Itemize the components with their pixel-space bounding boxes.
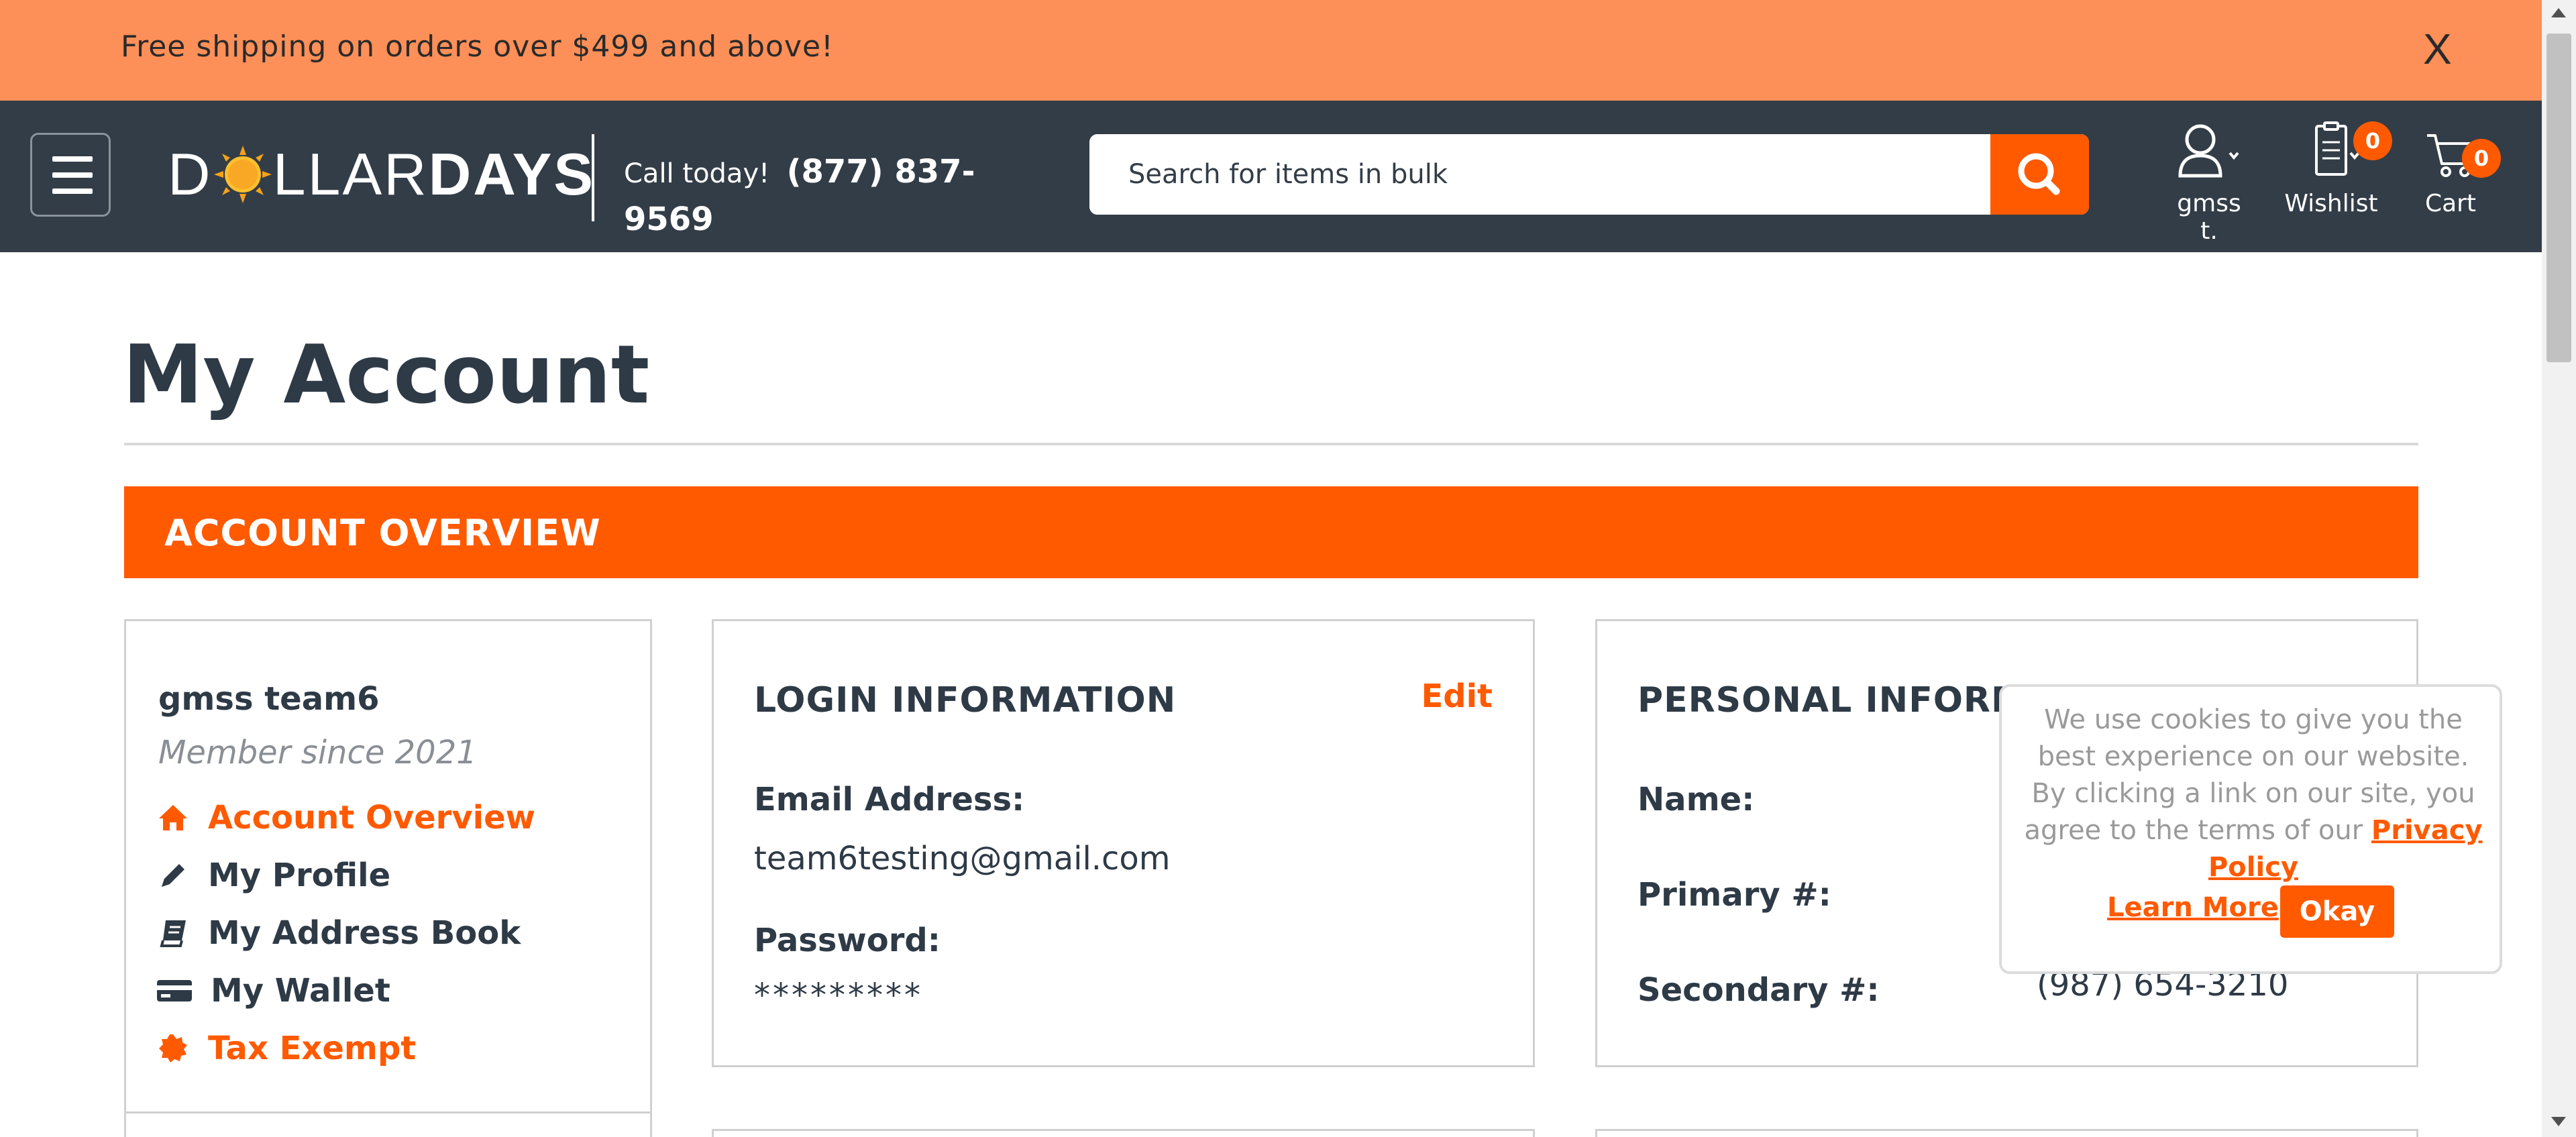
scroll-down-arrow-icon[interactable] <box>2551 1117 2566 1126</box>
account-label: gmss t. <box>2177 190 2241 245</box>
call-label: Call today! <box>624 158 770 189</box>
logo-divider <box>592 134 594 221</box>
sidebar-item-my-profile[interactable]: My Profile <box>157 857 390 894</box>
primary-phone-label: Primary #: <box>1638 876 1831 914</box>
wishlist-count-badge: 0 <box>2353 121 2392 160</box>
sidebar-item-address-book[interactable]: My Address Book <box>157 914 521 952</box>
promo-bar: Free shipping on orders over $499 and ab… <box>0 0 2542 101</box>
sidebar-item-label: My Wallet <box>211 972 390 1010</box>
cart-button[interactable]: Cart 0 <box>2414 121 2501 217</box>
search-input[interactable] <box>1089 134 1990 215</box>
search-button[interactable] <box>1990 134 2089 215</box>
sidebar-item-label: Tax Exempt <box>208 1030 417 1067</box>
email-value: team6testing@gmail.com <box>754 840 1171 877</box>
scroll-up-arrow-icon[interactable] <box>2551 8 2566 17</box>
personal-information-heading: PERSONAL INFORMA <box>1638 680 2054 720</box>
edit-login-link[interactable]: Edit <box>1421 678 1493 715</box>
hamburger-menu-button[interactable] <box>30 133 111 217</box>
promo-close-button[interactable]: X <box>2423 24 2452 74</box>
email-label: Email Address: <box>754 781 1025 818</box>
password-label: Password: <box>754 922 941 959</box>
sidebar-item-account-overview[interactable]: Account Overview <box>157 799 535 836</box>
home-icon <box>157 802 189 834</box>
name-label: Name: <box>1638 781 1755 818</box>
user-icon <box>2178 124 2239 178</box>
password-value: ********* <box>754 977 923 1014</box>
logo-text-days: DAYS <box>428 141 596 207</box>
sidebar-item-tax-exempt[interactable]: Tax Exempt <box>157 1030 416 1067</box>
cart-label: Cart <box>2424 190 2477 217</box>
page-title: My Account <box>123 329 650 422</box>
account-overview-heading: ACCOUNT OVERVIEW <box>164 512 601 554</box>
badge-icon <box>157 1032 189 1065</box>
account-menu[interactable]: gmss t. <box>2165 121 2253 245</box>
cookie-message: We use cookies to give you the best expe… <box>2017 702 2490 886</box>
title-divider <box>124 443 2418 445</box>
sidebar-card-lower <box>124 1112 652 1137</box>
sidebar-item-label: My Address Book <box>208 914 521 952</box>
logo-text-llar: LLAR <box>272 141 429 207</box>
cookie-consent-popup: We use cookies to give you the best expe… <box>1999 684 2502 974</box>
sidebar-item-label: Account Overview <box>208 799 535 836</box>
credit-card-icon <box>157 975 192 1007</box>
account-overview-bar: ACCOUNT OVERVIEW <box>124 486 2418 578</box>
wishlist-label: Wishlist <box>2284 190 2378 217</box>
sidebar-item-label: My Profile <box>208 857 391 894</box>
login-information-heading: LOGIN INFORMATION <box>754 680 1177 720</box>
sun-icon <box>213 144 273 205</box>
wishlist-button[interactable]: Wishlist 0 <box>2284 121 2392 217</box>
page-scrollbar[interactable] <box>2542 0 2576 1137</box>
okay-button[interactable]: Okay <box>2280 885 2394 938</box>
call-info: Call today! (877) 837-9569 <box>624 149 986 244</box>
cart-count-badge: 0 <box>2462 139 2501 178</box>
scrollbar-thumb[interactable] <box>2546 34 2571 362</box>
menu-bar <box>52 172 93 178</box>
account-sidebar: gmss team6 Member since 2021 Account Ove… <box>124 619 652 1116</box>
site-header: D LLAR DAYS Call today! (877) 837-9569 S… <box>0 101 2542 252</box>
sidebar-item-my-wallet[interactable]: My Wallet <box>157 972 390 1010</box>
login-information-card: LOGIN INFORMATION Edit Email Address: te… <box>712 619 1535 1067</box>
promo-text: Free shipping on orders over $499 and ab… <box>121 30 834 64</box>
learn-more-link[interactable]: Learn More <box>2107 892 2279 923</box>
dollardays-logo[interactable]: D LLAR DAYS <box>168 141 595 208</box>
menu-bar <box>52 188 93 194</box>
login-card-lower <box>712 1129 1535 1137</box>
logo-text-d: D <box>168 141 213 207</box>
menu-bar <box>52 156 93 162</box>
user-name: gmss team6 <box>158 680 380 718</box>
book-icon <box>157 917 189 949</box>
personal-card-lower <box>1595 1129 2418 1137</box>
secondary-phone-label: Secondary #: <box>1638 971 1880 1009</box>
member-since: Member since 2021 <box>158 734 477 771</box>
pencil-icon <box>157 859 189 891</box>
search-icon <box>2018 153 2060 195</box>
search-bar <box>1089 134 2089 215</box>
